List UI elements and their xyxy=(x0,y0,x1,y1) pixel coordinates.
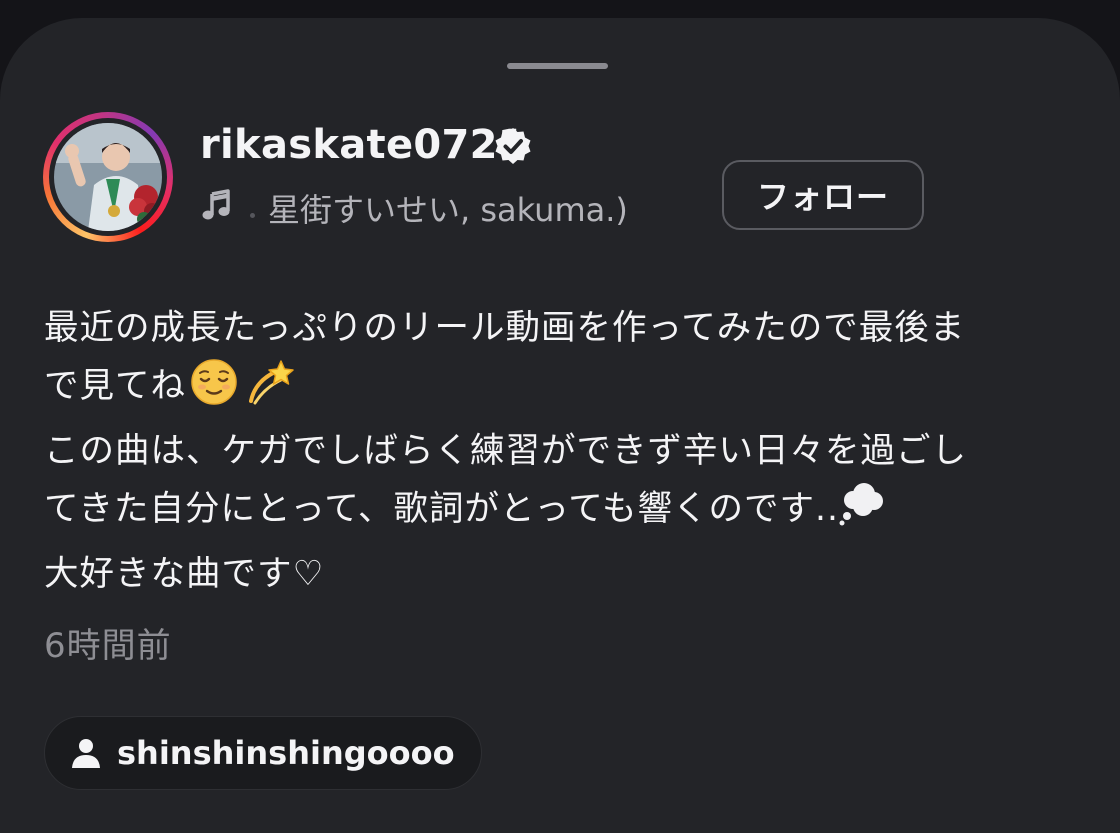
music-note-icon xyxy=(202,189,230,220)
thought-balloon-emoji xyxy=(839,483,883,526)
person-icon xyxy=(72,739,100,768)
caption-line: 最近の成長たっぷりのリール動画を作ってみたので最後ま xyxy=(44,308,966,348)
caption-line: この曲は、ケガでしばらく練習ができず辛い日々を過ごし xyxy=(44,431,967,471)
avatar-photo xyxy=(54,123,162,231)
verified-badge-icon xyxy=(495,128,531,164)
caption-line: で見てね xyxy=(44,357,1084,415)
post-timestamp: 6時間前 xyxy=(44,626,172,666)
tagged-username: shinshinshingoooo xyxy=(117,734,455,772)
post-caption: 最近の成長たっぷりのリール動画を作ってみたので最後ま で見てね この曲は、ケガで… xyxy=(44,300,1084,603)
sheet-drag-handle[interactable] xyxy=(507,63,608,69)
relieved-face-emoji xyxy=(191,359,237,405)
username[interactable]: rikaskate0721 xyxy=(200,122,526,168)
dizzy-emoji xyxy=(249,360,294,405)
avatar[interactable] xyxy=(54,123,162,231)
follow-button[interactable]: フォロー xyxy=(722,160,924,230)
tagged-user-chip[interactable]: shinshinshingoooo xyxy=(44,716,482,790)
profile-avatar-story-ring[interactable] xyxy=(43,112,173,242)
caption-line: 大好きな曲です♡ xyxy=(44,554,325,594)
caption-line: てきた自分にとって、歌詞がとっても響くのです.. xyxy=(44,480,1084,538)
music-separator xyxy=(250,213,255,218)
audio-track-label[interactable]: 星街すいせい, sakuma.) xyxy=(268,185,628,231)
